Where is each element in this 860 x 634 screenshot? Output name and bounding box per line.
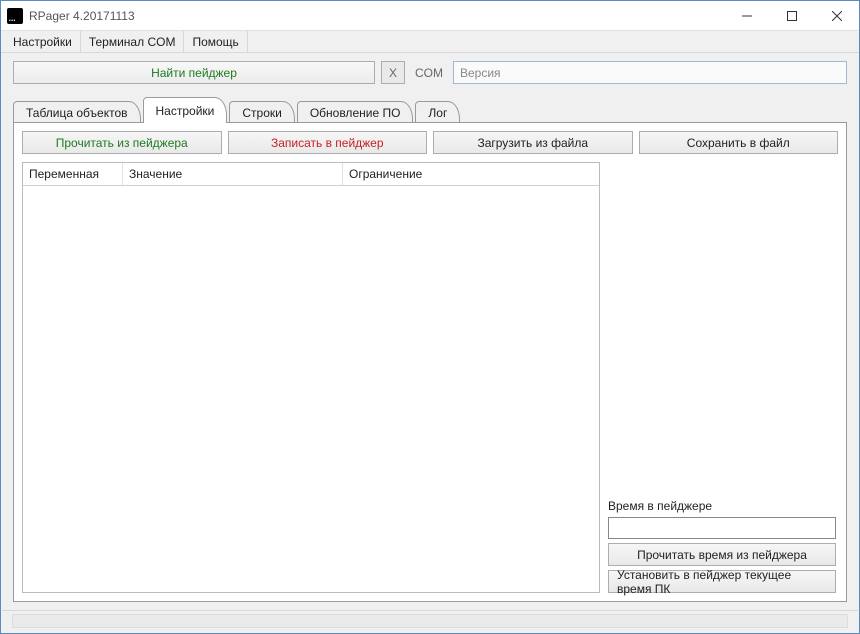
grid-body[interactable] — [23, 186, 599, 592]
tabstrip: Таблица объектов Настройки Строки Обновл… — [1, 94, 859, 122]
window-controls — [724, 1, 859, 30]
menu-terminal[interactable]: Терминал COM — [81, 31, 185, 52]
com-label: COM — [415, 66, 443, 80]
content-area: Переменная Значение Ограничение Время в … — [22, 162, 838, 593]
tab-strings[interactable]: Строки — [229, 101, 294, 123]
col-variable[interactable]: Переменная — [23, 163, 123, 185]
statusbar-inner — [12, 614, 848, 628]
menu-help[interactable]: Помощь — [184, 31, 247, 52]
tab-settings[interactable]: Настройки — [143, 97, 228, 123]
version-field: Версия — [453, 61, 847, 84]
pager-time-input[interactable] — [608, 517, 836, 539]
read-from-pager-button[interactable]: Прочитать из пейджера — [22, 131, 222, 154]
app-window: RPager 4.20171113 Настройки Терминал COM… — [0, 0, 860, 634]
window-title: RPager 4.20171113 — [29, 9, 135, 23]
tab-objects[interactable]: Таблица объектов — [13, 101, 141, 123]
menubar: Настройки Терминал COM Помощь — [1, 31, 859, 53]
tab-log[interactable]: Лог — [415, 101, 460, 123]
write-to-pager-button[interactable]: Записать в пейджер — [228, 131, 428, 154]
settings-grid[interactable]: Переменная Значение Ограничение — [22, 162, 600, 593]
set-pc-time-button[interactable]: Установить в пейджер текущее время ПК — [608, 570, 836, 593]
statusbar — [2, 610, 858, 632]
connection-row: Найти пейджер X COM Версия — [1, 53, 859, 92]
col-limit[interactable]: Ограничение — [343, 163, 599, 185]
tab-firmware[interactable]: Обновление ПО — [297, 101, 414, 123]
close-port-button[interactable]: X — [381, 61, 405, 84]
app-icon — [7, 8, 23, 24]
close-button[interactable] — [814, 1, 859, 30]
titlebar: RPager 4.20171113 — [1, 1, 859, 31]
col-value[interactable]: Значение — [123, 163, 343, 185]
read-time-button[interactable]: Прочитать время из пейджера — [608, 543, 836, 566]
time-panel: Время в пейджере Прочитать время из пейд… — [608, 162, 836, 593]
load-from-file-button[interactable]: Загрузить из файла — [433, 131, 633, 154]
menu-settings[interactable]: Настройки — [5, 31, 81, 52]
pager-time-label: Время в пейджере — [608, 499, 836, 513]
grid-header: Переменная Значение Ограничение — [23, 163, 599, 186]
save-to-file-button[interactable]: Сохранить в файл — [639, 131, 839, 154]
tab-panel-settings: Прочитать из пейджера Записать в пейджер… — [13, 122, 847, 602]
action-row: Прочитать из пейджера Записать в пейджер… — [22, 131, 838, 154]
maximize-button[interactable] — [769, 1, 814, 30]
find-pager-button[interactable]: Найти пейджер — [13, 61, 375, 84]
minimize-button[interactable] — [724, 1, 769, 30]
